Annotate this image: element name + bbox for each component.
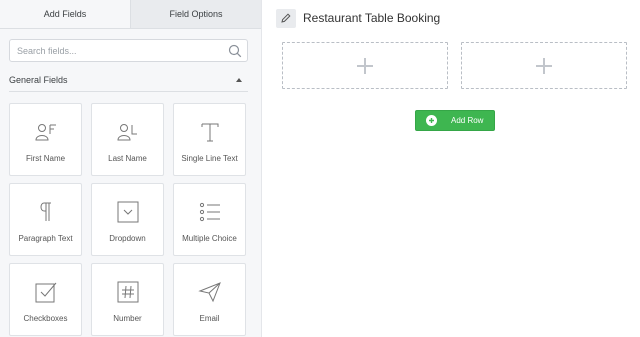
add-row-button[interactable]: Add Row: [415, 110, 495, 131]
text-t-icon: [197, 119, 223, 145]
field-card-single-line-text[interactable]: Single Line Text: [173, 103, 246, 176]
field-card-dropdown[interactable]: Dropdown: [91, 183, 164, 256]
form-title: Restaurant Table Booking: [303, 11, 441, 25]
pencil-icon: [281, 13, 291, 23]
field-grid: First Name Last Name Single Line Text Pa…: [9, 103, 248, 336]
hash-icon: [115, 279, 141, 305]
last-name-icon: [115, 119, 141, 145]
field-label: Dropdown: [109, 234, 146, 243]
paragraph-icon: [33, 199, 59, 225]
field-card-first-name[interactable]: First Name: [9, 103, 82, 176]
field-card-checkboxes[interactable]: Checkboxes: [9, 263, 82, 336]
add-row-label: Add Row: [451, 116, 484, 125]
edit-title-button[interactable]: [276, 8, 296, 28]
field-label: First Name: [25, 154, 66, 163]
field-card-number[interactable]: Number: [91, 263, 164, 336]
field-label: Last Name: [108, 154, 147, 163]
search-input[interactable]: [17, 45, 217, 56]
first-name-icon: [33, 119, 59, 145]
list-icon: [197, 199, 223, 225]
tab-add-fields[interactable]: Add Fields: [0, 0, 131, 28]
general-fields-header[interactable]: General Fields: [9, 68, 248, 92]
panel-tabs: Add Fields Field Options: [0, 0, 261, 29]
section-title: General Fields: [9, 74, 68, 85]
field-card-paragraph-text[interactable]: Paragraph Text: [9, 183, 82, 256]
field-card-multiple-choice[interactable]: Multiple Choice: [173, 183, 246, 256]
plus-icon: [536, 57, 552, 74]
drop-zone-column-1[interactable]: [282, 42, 448, 89]
checkbox-icon: [33, 279, 59, 305]
field-card-last-name[interactable]: Last Name: [91, 103, 164, 176]
caret-up-icon[interactable]: [235, 76, 243, 84]
drop-zone-column-2[interactable]: [461, 42, 627, 89]
field-card-email[interactable]: Email: [173, 263, 246, 336]
field-label: Single Line Text: [181, 154, 238, 163]
field-label: Email: [199, 314, 220, 323]
field-label: Paragraph Text: [18, 234, 73, 243]
field-label: Checkboxes: [23, 314, 68, 323]
field-label: Number: [113, 314, 142, 323]
field-panel: Add Fields Field Options General Fields …: [0, 0, 262, 337]
plus-circle-icon: [426, 115, 437, 126]
search-icon[interactable]: [228, 44, 242, 58]
search-box: [9, 39, 248, 62]
plus-icon: [357, 57, 373, 74]
form-title-row: Restaurant Table Booking: [276, 8, 440, 28]
paper-plane-icon: [197, 279, 223, 305]
field-label: Multiple Choice: [182, 234, 237, 243]
dropdown-icon: [115, 199, 141, 225]
tab-field-options[interactable]: Field Options: [131, 0, 261, 28]
